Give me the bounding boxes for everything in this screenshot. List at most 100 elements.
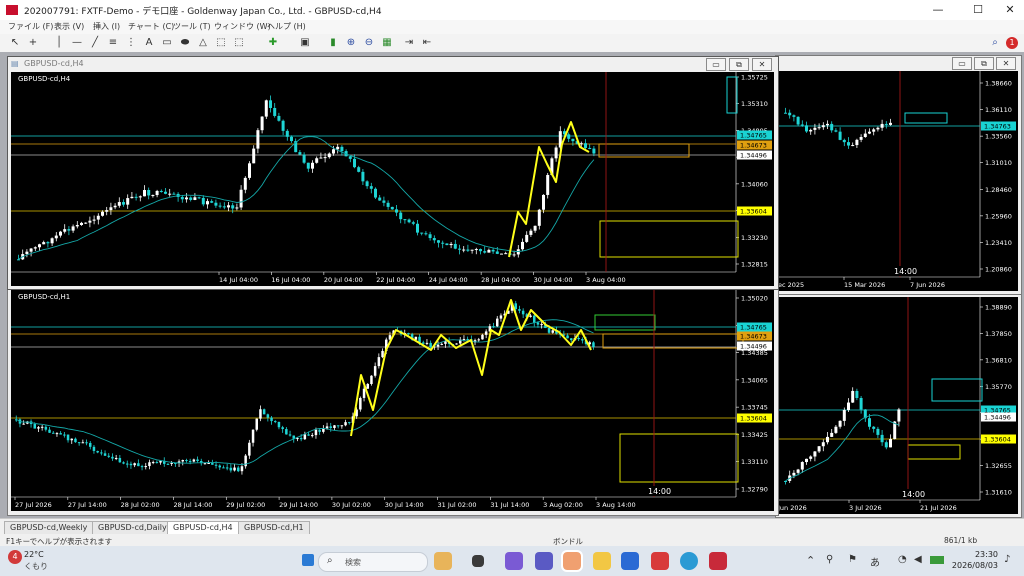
tray-lang-icon[interactable]: あ <box>870 554 880 569</box>
menu-tools[interactable]: ツール (T) <box>173 21 211 32</box>
candle-body <box>813 127 817 130</box>
candle-body <box>111 456 114 459</box>
h1-chart[interactable]: 1.350201.347051.343851.340651.337451.334… <box>11 290 774 511</box>
candle-body <box>504 253 508 255</box>
daily-chart[interactable]: 1.388901.378501.368101.357701.347351.336… <box>778 297 1018 514</box>
price-tick-label: 1.38890 <box>985 304 1012 312</box>
candle-body <box>366 383 369 389</box>
autoscroll-icon[interactable]: ⇥ <box>402 36 416 50</box>
tab-weekly[interactable]: GBPUSD-cd,Weekly <box>4 521 94 535</box>
edge-icon[interactable] <box>680 552 698 570</box>
timeframe-icon[interactable]: ▣ <box>298 36 312 50</box>
clock-time[interactable]: 23:30 <box>958 550 998 559</box>
weekly-chart[interactable]: 1.38660 1.36110 1.33560 1.31010 1.28460 1.259… <box>778 71 1018 291</box>
candle-body <box>52 432 55 434</box>
candle-body <box>67 229 71 231</box>
teams-icon[interactable] <box>535 552 553 570</box>
candle-body <box>809 456 813 459</box>
weekly-close-button[interactable]: ✕ <box>996 57 1016 70</box>
zoom-out-icon[interactable]: ⊖ <box>362 36 376 50</box>
tab-h1[interactable]: GBPUSD-cd,H1 <box>238 521 310 535</box>
candle-body <box>817 127 821 129</box>
tray-app-icon[interactable]: ⚲ <box>826 554 833 565</box>
time-tick-label: 27 Jul 14:00 <box>68 501 107 509</box>
period-icon[interactable]: ▮ <box>326 36 340 50</box>
pocket-icon[interactable] <box>651 552 669 570</box>
text-icon[interactable]: A <box>142 36 156 50</box>
candle-body <box>277 115 281 121</box>
store-icon[interactable] <box>621 552 639 570</box>
menu-file[interactable]: ファイル (F) <box>8 21 53 32</box>
menu-insert[interactable]: 挿入 (I) <box>93 21 120 32</box>
candle-body <box>269 100 272 108</box>
channel-icon[interactable]: ≡ <box>106 36 120 50</box>
explorer-icon[interactable] <box>593 552 611 570</box>
task-view-icon[interactable] <box>472 555 484 567</box>
weekly-maximize-button[interactable]: ⧉ <box>974 57 994 70</box>
notification-bell-icon[interactable]: ♪ <box>1004 554 1010 565</box>
triangle-icon[interactable]: △ <box>196 36 210 50</box>
h4-chart[interactable]: 1.357251.353101.348951.344801.340601.336… <box>11 72 774 286</box>
ellipse-icon[interactable]: ⬬ <box>178 36 192 50</box>
time-tick-label: Jun 2026 <box>778 504 807 512</box>
candle-body <box>529 230 533 235</box>
candle-body <box>129 463 133 466</box>
candle-body <box>566 335 569 339</box>
tab-daily[interactable]: GBPUSD-cd,Daily <box>92 521 173 535</box>
weather-temp[interactable]: 22°C <box>24 550 44 559</box>
zoom-in-icon[interactable]: ⊕ <box>344 36 358 50</box>
crosshair-icon[interactable]: + <box>26 36 40 50</box>
tab-h4[interactable]: GBPUSD-cd,H4 <box>167 521 239 535</box>
tray-pen-icon[interactable]: ⚑ <box>848 554 857 565</box>
time-tick-label: 15 Mar 2026 <box>844 281 885 289</box>
widgets-icon[interactable] <box>434 552 452 570</box>
price-tick-label: 1.34060 <box>741 180 768 188</box>
horizontal-line-icon[interactable]: — <box>70 36 84 50</box>
mt4-icon[interactable] <box>561 550 583 572</box>
candle-body <box>117 202 121 206</box>
candle-body <box>240 466 244 472</box>
menu-view[interactable]: 表示 (V) <box>54 21 84 32</box>
tile-icon[interactable]: ▦ <box>380 36 394 50</box>
candle-body <box>581 339 584 341</box>
rect-icon[interactable]: ▭ <box>160 36 174 50</box>
h4-minimize-button[interactable]: ▭ <box>706 58 726 71</box>
chevron-up-icon[interactable]: ⌃ <box>806 554 815 567</box>
price-tag-label: 1.34765 <box>740 132 767 140</box>
h4-close-button[interactable]: ✕ <box>752 58 772 71</box>
candle-body <box>453 243 457 249</box>
weekly-minimize-button[interactable]: ▭ <box>952 57 972 70</box>
price-tick-label: 1.35310 <box>741 100 768 108</box>
weekly-chart-window: ▭ ⧉ ✕ 1.38660 1.36110 1.33560 1.31010 1.2846… <box>775 55 1022 295</box>
arrow-icon[interactable]: ⬚ <box>214 36 228 50</box>
copilot-icon[interactable] <box>505 552 523 570</box>
battery-icon[interactable] <box>930 556 944 564</box>
cursor-icon[interactable]: ↖ <box>8 36 22 50</box>
price-tag-label: 1.34496 <box>984 414 1011 422</box>
shape-icon[interactable]: ⬚ <box>232 36 246 50</box>
menu-window[interactable]: ウィンドウ (W) <box>214 21 271 32</box>
minimize-icon[interactable]: — <box>926 2 950 18</box>
search-icon[interactable]: ⌕ <box>988 36 1002 50</box>
close-icon[interactable]: ✕ <box>998 2 1022 18</box>
candle-body <box>483 251 487 253</box>
menu-chart[interactable]: チャート (C) <box>128 21 174 32</box>
time-tick-label: 29 Jul 14:00 <box>279 501 318 509</box>
chart-shift-icon[interactable]: ⇤ <box>420 36 434 50</box>
pk-app-icon[interactable] <box>709 552 727 570</box>
candle-body <box>533 225 537 231</box>
windows-start-icon[interactable] <box>302 554 314 566</box>
volume-icon[interactable]: ◀ <box>914 554 922 565</box>
clock-date[interactable]: 2026/08/03 <box>950 561 998 570</box>
maximize-icon[interactable]: ☐ <box>966 2 990 18</box>
taskbar-search[interactable]: ⌕ 検索 <box>318 552 428 572</box>
h4-maximize-button[interactable]: ⧉ <box>729 58 749 71</box>
notification-badge[interactable]: 1 <box>1006 37 1018 49</box>
menu-help[interactable]: ヘルプ (H) <box>267 21 306 32</box>
fibo-icon[interactable]: ⋮ <box>124 36 138 50</box>
candle-body <box>855 390 859 398</box>
new-chart-icon[interactable]: ✚ <box>266 36 280 50</box>
trendline-icon[interactable]: ╱ <box>88 36 102 50</box>
vertical-line-icon[interactable]: │ <box>52 36 66 50</box>
wifi-icon[interactable]: ◔ <box>898 554 907 565</box>
